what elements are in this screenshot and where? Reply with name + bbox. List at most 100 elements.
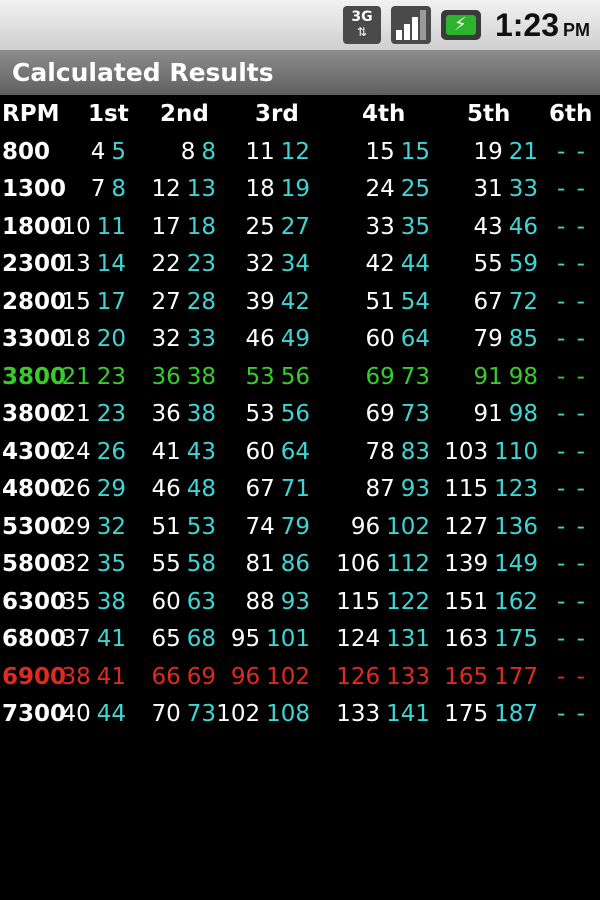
- speed-primary: 33: [365, 213, 395, 240]
- gear-1-speeds: 21 23: [61, 396, 126, 434]
- speed-secondary: 49: [280, 326, 310, 352]
- gear-1-speeds: 38 41: [61, 659, 126, 697]
- gear-5-speeds: 151 162: [444, 584, 538, 622]
- speed-primary: 21: [61, 401, 91, 427]
- gear-6-speeds: - -: [557, 138, 587, 165]
- speed-primary: 70: [151, 701, 181, 727]
- speed-primary: 88: [245, 588, 275, 615]
- gear-2-speeds: 70 73: [151, 696, 216, 734]
- gear-6-speeds: - -: [557, 213, 587, 240]
- speed-primary: 127: [444, 513, 489, 540]
- speed-primary: 81: [245, 551, 275, 577]
- speed-primary: 55: [473, 251, 503, 277]
- gear-2-speeds: 36 38: [151, 396, 216, 434]
- network-type-label: 3G: [351, 9, 373, 25]
- speed-secondary: 102: [386, 513, 430, 540]
- speed-primary: 115: [444, 476, 489, 502]
- table-header-row: RPM 1st 2nd 3rd 4th 5th 6th: [0, 96, 600, 134]
- speed-secondary: 38: [96, 588, 126, 615]
- speed-primary: 11: [245, 138, 275, 165]
- speed-primary: 37: [61, 626, 91, 652]
- gear-4-speeds: 42 44: [365, 246, 430, 284]
- speed-secondary: 72: [508, 288, 538, 315]
- header-gear-1: 1st: [88, 101, 129, 127]
- speed-secondary: 86: [280, 551, 310, 577]
- speed-primary: 21: [61, 363, 91, 390]
- speed-primary: 91: [473, 363, 503, 390]
- speed-primary: 60: [365, 326, 395, 352]
- rpm-value: 5800: [2, 551, 67, 577]
- speed-primary: 53: [245, 363, 275, 390]
- rpm-value: 3800: [2, 363, 67, 390]
- gear-3-speeds: 53 56: [245, 396, 310, 434]
- speed-secondary: 8: [201, 138, 216, 165]
- speed-secondary: 20: [96, 326, 126, 352]
- gear-5-speeds: 67 72: [473, 284, 538, 322]
- speed-secondary: 8: [111, 176, 126, 202]
- gear-6-speeds: - -: [557, 251, 587, 277]
- gear-4-speeds: 69 73: [365, 396, 430, 434]
- speed-primary: 26: [61, 476, 91, 502]
- speed-secondary: 48: [186, 476, 216, 502]
- speed-secondary: 35: [400, 213, 430, 240]
- gear-2-speeds: 12 13: [151, 171, 216, 209]
- gear-5-speeds: 103 110: [444, 434, 538, 472]
- speed-primary: 41: [151, 438, 181, 465]
- page-title: Calculated Results: [12, 58, 274, 87]
- speed-secondary: 110: [494, 438, 538, 465]
- table-row: 3300 18 20 32 33 46 49 60 64 79 85 - -: [0, 321, 600, 359]
- header-gear-4: 4th: [362, 101, 406, 127]
- speed-primary: 7: [90, 176, 106, 202]
- speed-secondary: 73: [400, 401, 430, 427]
- gear-1-speeds: 21 23: [61, 359, 126, 397]
- gear-4-speeds: 78 83: [365, 434, 430, 472]
- rpm-value: 5300: [2, 513, 67, 540]
- gear-4-speeds: 106 112: [336, 546, 430, 584]
- gear-5-speeds: 79 85: [473, 321, 538, 359]
- speed-primary: 15: [365, 138, 395, 165]
- gear-6-speeds: - -: [557, 363, 587, 390]
- speed-secondary: 69: [186, 663, 216, 690]
- speed-secondary: 56: [280, 401, 310, 427]
- gear-5-speeds: 127 136: [444, 509, 538, 547]
- speed-secondary: 12: [280, 138, 310, 165]
- rpm-value: 3300: [2, 326, 67, 352]
- speed-primary: 139: [444, 551, 489, 577]
- speed-primary: 18: [61, 326, 91, 352]
- speed-secondary: 149: [494, 551, 538, 577]
- speed-secondary: 141: [386, 701, 430, 727]
- gear-3-speeds: 88 93: [245, 584, 310, 622]
- title-bar: Calculated Results: [0, 50, 600, 95]
- rpm-value: 6300: [2, 588, 67, 615]
- speed-primary: 115: [336, 588, 381, 615]
- speed-secondary: 59: [508, 251, 538, 277]
- speed-secondary: 38: [186, 363, 216, 390]
- gear-3-speeds: 32 34: [245, 246, 310, 284]
- gear-4-speeds: 126 133: [336, 659, 430, 697]
- gear-3-speeds: 11 12: [245, 134, 310, 172]
- gear-6-speeds: - -: [557, 401, 587, 427]
- speed-primary: 31: [473, 176, 503, 202]
- speed-primary: 24: [365, 176, 395, 202]
- speed-primary: 96: [230, 663, 261, 690]
- gear-6-speeds: - -: [557, 176, 587, 202]
- speed-primary: 106: [336, 551, 381, 577]
- speed-secondary: 33: [508, 176, 538, 202]
- speed-secondary: 53: [186, 513, 216, 540]
- gear-6-speeds: - -: [557, 588, 587, 615]
- rpm-value: 2800: [2, 288, 67, 315]
- table-row: 1300 7 8 12 13 18 19 24 25 31 33 - -: [0, 171, 600, 209]
- speed-primary: 51: [365, 288, 395, 315]
- speed-secondary: 133: [386, 663, 430, 690]
- gear-6-speeds: - -: [557, 551, 587, 577]
- rpm-value: 3800: [2, 401, 67, 427]
- table-row: 6900 38 41 66 69 96 102 126 133 165 177 - -: [0, 659, 600, 697]
- gear-6-speeds: - -: [557, 626, 587, 652]
- speed-secondary: 56: [280, 363, 310, 390]
- speed-primary: 32: [61, 551, 91, 577]
- gear-3-speeds: 81 86: [245, 546, 310, 584]
- speed-primary: 175: [444, 701, 489, 727]
- speed-secondary: 101: [266, 626, 310, 652]
- speed-secondary: 23: [96, 401, 126, 427]
- speed-secondary: 131: [386, 626, 430, 652]
